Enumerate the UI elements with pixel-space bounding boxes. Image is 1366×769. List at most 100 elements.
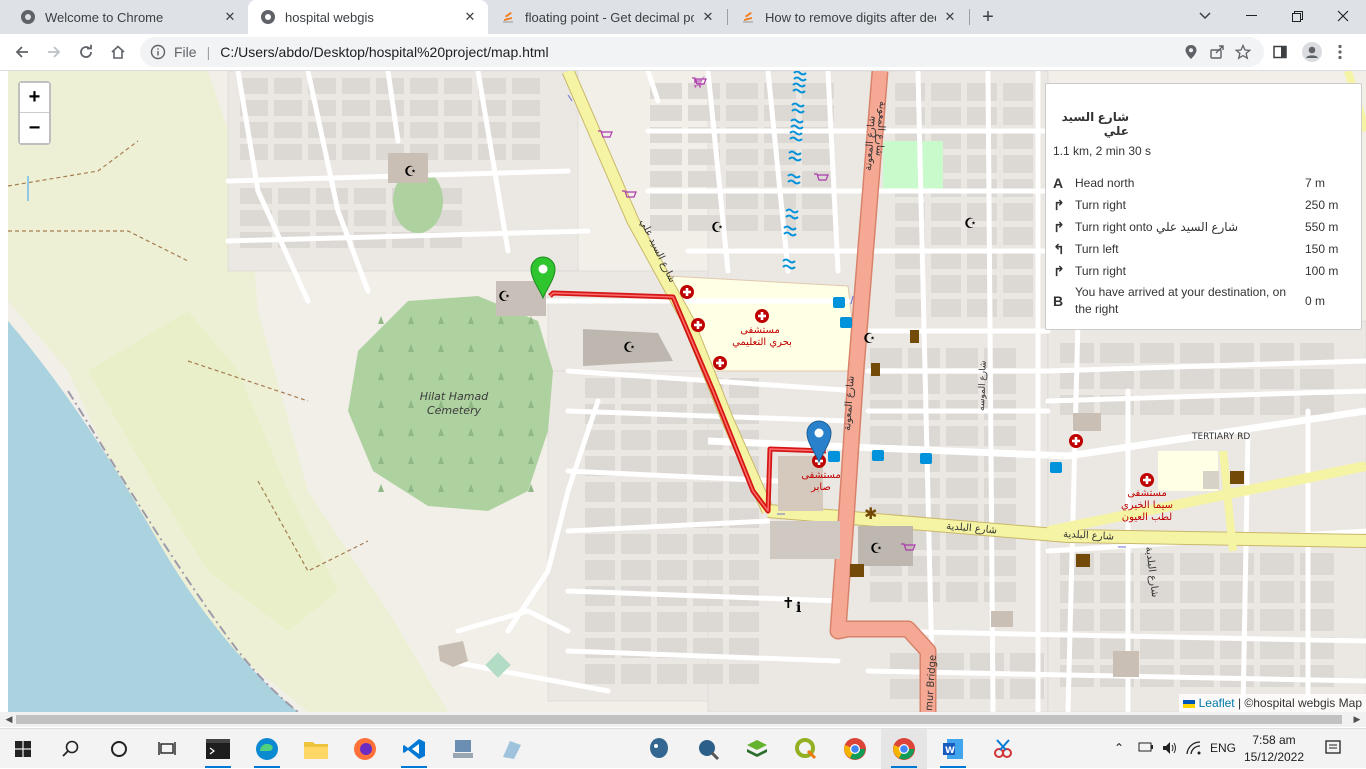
route-step[interactable]: ↱ Turn right 250 m [1053,194,1353,216]
route-step[interactable]: ↱ Turn right 100 m [1053,260,1353,282]
edge-icon[interactable] [244,729,290,769]
new-tab-button[interactable]: + [976,5,1000,29]
share-icon[interactable] [1204,39,1230,65]
forward-button[interactable] [40,38,68,66]
svg-text:☪: ☪ [964,216,977,232]
building [1140,609,1174,631]
clock[interactable]: 7:58 am 15/12/2022 [1242,732,1306,766]
tab-floating-point[interactable]: floating point - Get decimal porti ✕ [488,0,726,34]
route-road-name: شارع السيد علي [1061,110,1129,138]
windows-start-icon[interactable] [0,729,46,769]
reload-button[interactable] [72,38,100,66]
scroll-right-arrow-icon[interactable]: ▶ [1350,712,1364,727]
tab-strip: Welcome to Chrome ✕ hospital webgis ✕ fl… [0,0,1366,34]
restore-button[interactable] [1274,0,1320,32]
side-panel-button[interactable] [1266,38,1294,66]
zoom-out-button[interactable]: − [20,113,49,143]
globe-icon [261,10,275,24]
home-icon [111,45,125,59]
close-tab-icon[interactable]: ✕ [700,9,716,25]
task-view-icon[interactable] [144,729,190,769]
show-hidden-icons-chevron-icon[interactable]: ⌃ [1114,741,1124,755]
building [1180,369,1214,389]
building [1113,651,1139,677]
arrow-left-icon [15,46,28,58]
vscode-icon[interactable] [391,729,437,769]
street-label: شارع الموسه [977,360,989,411]
close-tab-icon[interactable]: ✕ [222,9,238,25]
horizontal-scrollbar[interactable]: ◀ ▶ [0,712,1366,727]
building [1003,83,1033,101]
building [585,482,615,502]
bookmark-star-icon[interactable] [1230,39,1256,65]
file-explorer-icon[interactable] [293,729,339,769]
qgis-stack-icon[interactable] [734,729,780,769]
building [278,210,310,226]
building [970,679,1004,699]
menu-button[interactable] [1326,38,1354,66]
wifi-icon[interactable] [1186,741,1202,758]
scroll-left-arrow-icon[interactable]: ◀ [2,712,16,727]
info-icon[interactable] [150,44,166,60]
close-tab-icon[interactable]: ✕ [942,9,958,25]
word-icon[interactable]: W [930,729,976,769]
tab-welcome[interactable]: Welcome to Chrome ✕ [8,0,248,34]
chrome-icon[interactable] [832,729,878,769]
leaflet-link[interactable]: Leaflet [1199,696,1235,710]
tab-remove-digits[interactable]: How to remove digits after decim ✕ [728,0,968,34]
route-step[interactable]: ↱ Turn right onto شارع السيد علي 550 m [1053,216,1353,238]
language-indicator[interactable]: ENG [1210,741,1236,755]
route-step[interactable]: B You have arrived at your destination, o… [1053,282,1353,320]
home-button[interactable] [104,38,132,66]
profile-button[interactable] [1298,38,1326,66]
svg-text:☪: ☪ [498,289,511,305]
terminal-icon[interactable] [195,729,241,769]
volume-icon[interactable] [1162,741,1178,758]
network-app-icon[interactable] [440,729,486,769]
route-step-distance: 250 m [1305,198,1339,212]
building [585,664,615,684]
snipping-icon[interactable] [980,729,1026,769]
building [946,374,978,394]
building [1060,609,1094,631]
firefox-icon[interactable] [342,729,388,769]
tab-hospital-webgis[interactable]: hospital webgis ✕ [248,0,488,34]
building [1300,609,1334,631]
close-tab-icon[interactable]: ✕ [462,9,478,25]
building [1260,369,1294,389]
zoom-in-button[interactable]: + [20,83,49,113]
building [729,534,759,554]
street-label: TERTIARY RD [1191,432,1250,442]
route-step[interactable]: ↰ Turn left 150 m [1053,238,1353,260]
tab-search-chevron-icon[interactable] [1182,0,1228,32]
app-icon[interactable] [489,729,535,769]
building [726,193,758,209]
building [726,83,758,99]
url-text[interactable]: C:/Users/abdo/Desktop/hospital%20project… [220,44,1178,60]
address-bar[interactable]: File | C:/Users/abdo/Desktop/hospital%20… [140,37,1264,67]
scrollbar-thumb[interactable] [16,715,1342,724]
route-step[interactable]: A Head north 7 m [1053,172,1353,194]
minimize-button[interactable] [1228,0,1274,32]
close-window-button[interactable] [1320,0,1366,32]
building [1300,395,1334,415]
postgresql-icon[interactable] [636,729,682,769]
pgadmin-icon[interactable] [685,729,731,769]
building [650,105,682,121]
cortana-icon[interactable] [96,729,142,769]
battery-icon[interactable] [1138,741,1154,756]
routing-panel[interactable]: شارع السيد علي 1.1 km, 2 min 30 s A Head … [1045,83,1362,330]
leaflet-map[interactable]: ☪ ☪ ☪ ☪ ☪ ☪ ☪ 🛒︎ ✱ ✝ i Hilat Hamad Cemet… [8,71,1366,712]
search-icon[interactable] [48,729,94,769]
stackoverflow-icon [743,11,753,23]
back-button[interactable] [8,38,36,66]
svg-text:☪: ☪ [711,220,724,236]
building [688,193,720,209]
location-pin-icon[interactable] [1178,39,1204,65]
chrome-icon[interactable] [881,729,927,769]
building [657,534,687,554]
notifications-icon[interactable] [1324,739,1342,760]
building [410,78,438,94]
qgis-icon[interactable] [783,729,829,769]
building [657,664,687,684]
